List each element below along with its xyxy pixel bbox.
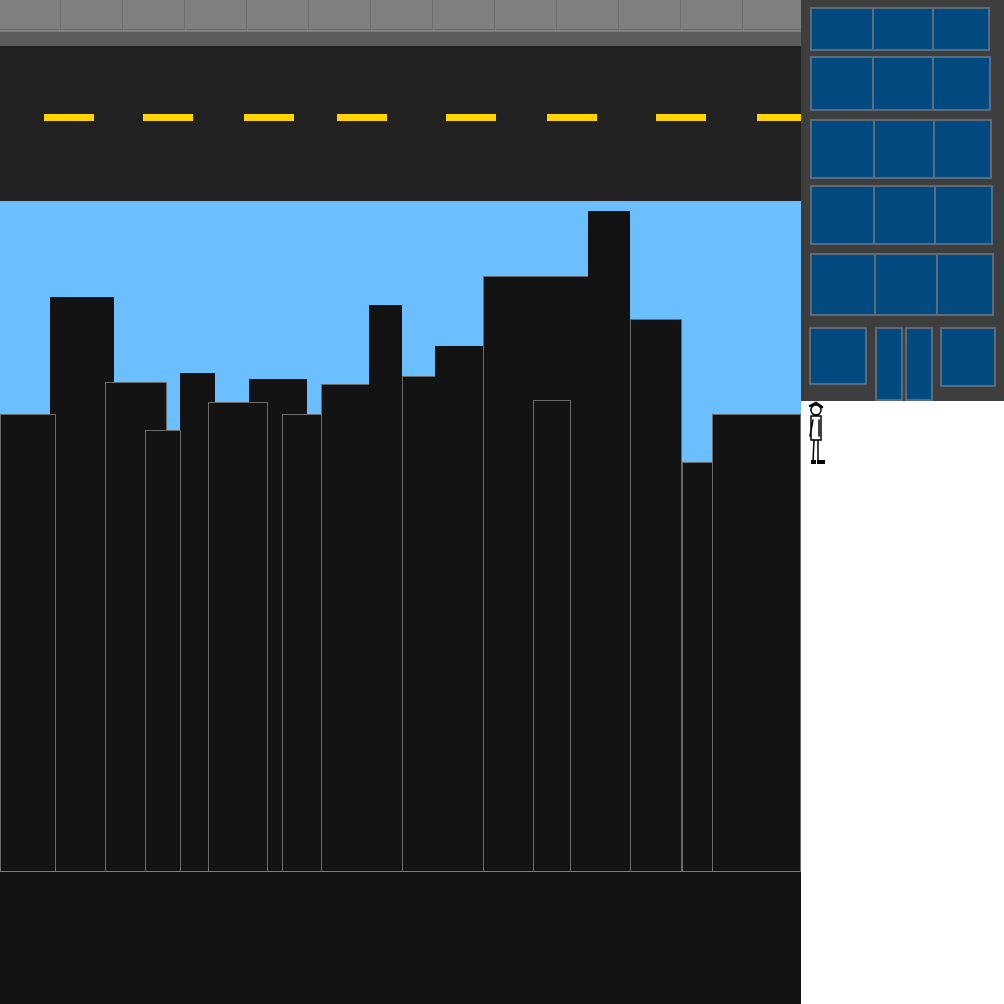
skyline-building [369, 305, 402, 872]
window-mullion [934, 187, 936, 243]
skyline-building [282, 414, 322, 872]
door-panel[interactable] [875, 327, 903, 401]
city-skyline [0, 0, 801, 872]
building-window [810, 253, 994, 316]
skyline-building [208, 402, 268, 872]
skyline-building [533, 400, 571, 872]
window-mullion [936, 255, 938, 314]
building-window [940, 327, 996, 387]
window-mullion [933, 121, 935, 177]
skyline-building [588, 211, 630, 872]
skyline-building [435, 346, 487, 872]
skyline-building [145, 430, 181, 872]
building-window [810, 56, 991, 111]
skyline-building [321, 384, 374, 872]
building-window [810, 119, 992, 179]
building-window [809, 327, 867, 385]
building-window [810, 185, 993, 245]
player-character[interactable] [803, 400, 829, 468]
window-mullion [873, 121, 875, 177]
building-window [810, 7, 990, 51]
window-mullion [874, 255, 876, 314]
window-mullion [932, 58, 934, 109]
building-door[interactable] [875, 327, 933, 401]
window-mullion [872, 9, 874, 49]
office-building [801, 0, 1004, 401]
door-panel[interactable] [905, 327, 933, 401]
ground [0, 872, 801, 1004]
skyline-building [0, 414, 56, 872]
window-mullion [872, 58, 874, 109]
window-mullion [873, 187, 875, 243]
skyline-building [712, 414, 801, 872]
skyline-building [682, 462, 713, 872]
window-mullion [932, 9, 934, 49]
skyline-building [630, 319, 682, 872]
